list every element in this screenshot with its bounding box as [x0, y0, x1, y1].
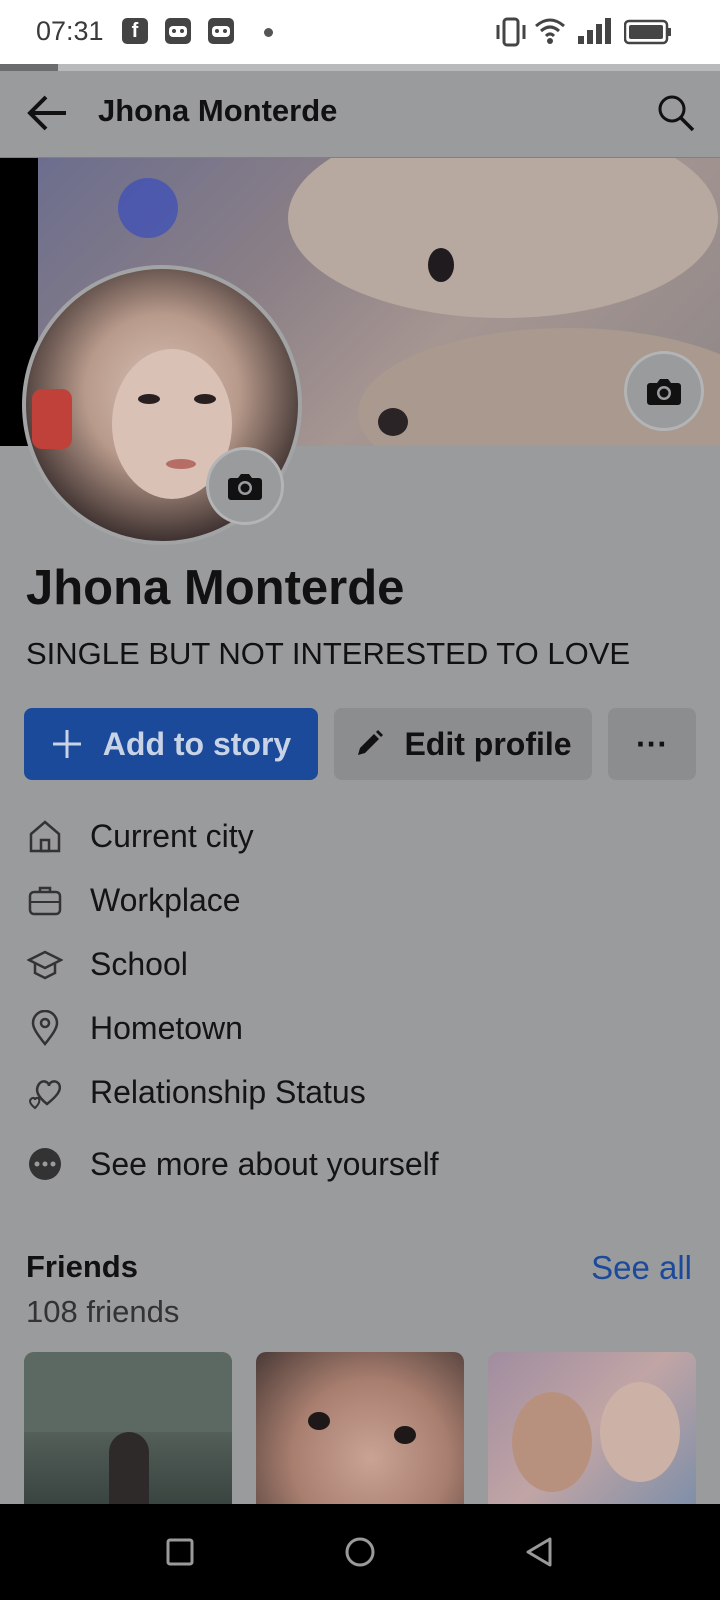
battery-icon	[624, 19, 671, 45]
page-title: Jhona Monterde	[98, 93, 338, 128]
add-to-story-button[interactable]: Add to story	[24, 708, 318, 780]
more-dots-icon	[26, 1145, 64, 1183]
edit-profile-button[interactable]: Edit profile	[334, 708, 592, 780]
intro-label: School	[90, 945, 188, 982]
vibrate-icon	[496, 17, 526, 47]
heart-icon	[26, 1073, 64, 1111]
system-nav-bar	[0, 1504, 720, 1600]
intro-label: Hometown	[90, 1009, 243, 1046]
game-controller-icon	[165, 18, 191, 44]
arrow-left-icon[interactable]	[26, 93, 68, 133]
intro-workplace[interactable]: Workplace	[26, 875, 241, 925]
back-triangle-icon[interactable]	[524, 1536, 554, 1568]
friends-count: 108 friends	[26, 1294, 180, 1329]
game-controller-icon	[208, 18, 234, 44]
plus-icon	[52, 730, 81, 758]
page-loading-bar	[0, 64, 720, 71]
profile-top-bar: Jhona Monterde	[0, 71, 720, 158]
pencil-icon	[358, 730, 384, 755]
home-icon	[26, 817, 64, 855]
status-bar: 07:31 f	[0, 0, 720, 64]
camera-icon	[647, 379, 681, 405]
intro-label: See more about yourself	[90, 1145, 439, 1182]
status-time: 07:31	[36, 16, 104, 46]
edit-avatar-camera-button[interactable]	[206, 447, 284, 525]
edit-profile-label: Edit profile	[404, 725, 572, 762]
friends-see-all-link[interactable]: See all	[591, 1249, 692, 1287]
home-circle-icon[interactable]	[344, 1536, 376, 1568]
friends-title: Friends	[26, 1249, 138, 1284]
wifi-icon	[535, 18, 565, 44]
page-loading-fill	[0, 64, 58, 71]
signal-icon	[578, 18, 611, 44]
friend-thumbnail[interactable]	[24, 1352, 232, 1504]
search-icon[interactable]	[656, 93, 696, 133]
camera-icon	[228, 474, 262, 500]
friend-thumbnail[interactable]	[256, 1352, 464, 1504]
intro-relationship-status[interactable]: Relationship Status	[26, 1067, 366, 1117]
intro-label: Current city	[90, 817, 254, 854]
add-to-story-label: Add to story	[102, 725, 292, 762]
location-pin-icon	[26, 1009, 64, 1047]
see-more-about-yourself[interactable]: See more about yourself	[26, 1139, 439, 1189]
graduation-cap-icon	[26, 945, 64, 983]
intro-current-city[interactable]: Current city	[26, 811, 254, 861]
intro-school[interactable]: School	[26, 939, 188, 989]
facebook-icon: f	[122, 18, 148, 44]
more-options-label: ···	[636, 725, 668, 762]
more-options-button[interactable]: ···	[608, 708, 696, 780]
dot-icon	[264, 28, 273, 37]
intro-hometown[interactable]: Hometown	[26, 1003, 243, 1053]
edit-cover-camera-button[interactable]	[624, 351, 704, 431]
intro-label: Relationship Status	[90, 1073, 366, 1110]
intro-label: Workplace	[90, 881, 241, 918]
profile-name: Jhona Monterde	[26, 561, 405, 615]
profile-bio: SINGLE BUT NOT INTERESTED TO LOVE	[26, 636, 631, 671]
recent-apps-icon[interactable]	[166, 1538, 194, 1566]
friend-thumbnail[interactable]	[488, 1352, 696, 1504]
briefcase-icon	[26, 881, 64, 919]
